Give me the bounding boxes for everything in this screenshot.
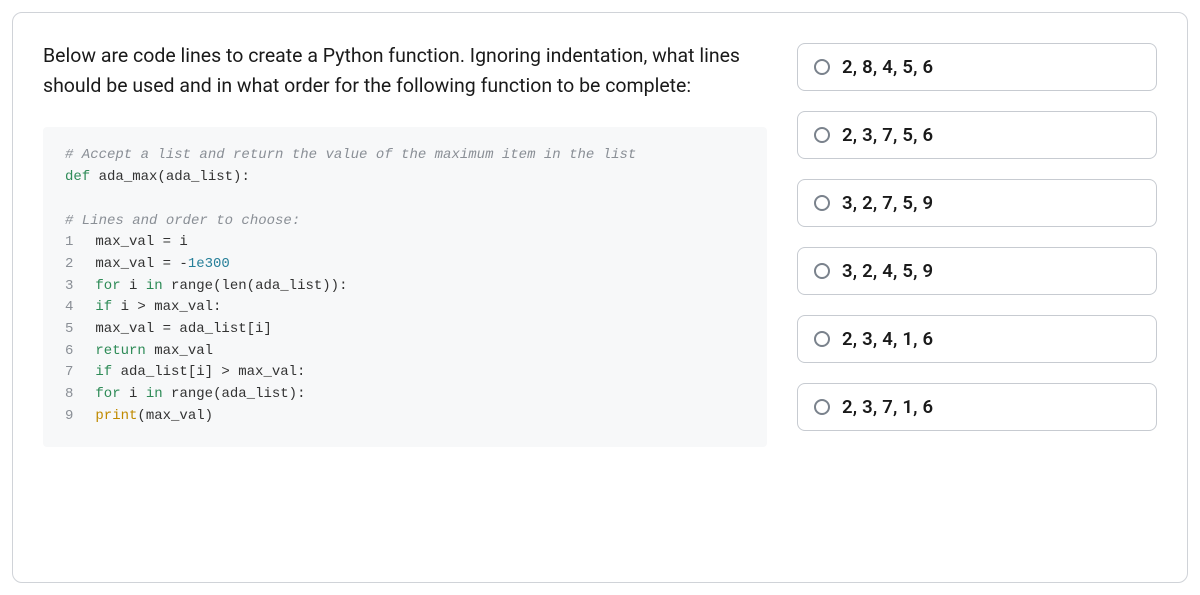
- option-4[interactable]: 3, 2, 4, 5, 9: [797, 247, 1157, 295]
- option-2[interactable]: 2, 3, 7, 5, 6: [797, 111, 1157, 159]
- code-num: 1e300: [188, 256, 230, 272]
- kw-in: in: [146, 278, 163, 294]
- kw-for: for: [95, 278, 120, 294]
- line-num: 6: [65, 341, 87, 363]
- blank-line: [65, 189, 745, 211]
- code-text: i: [121, 386, 146, 402]
- option-label: 3, 2, 7, 5, 9: [842, 192, 933, 214]
- code-comment-choose: # Lines and order to choose:: [65, 211, 745, 233]
- option-5[interactable]: 2, 3, 4, 1, 6: [797, 315, 1157, 363]
- option-label: 2, 8, 4, 5, 6: [842, 56, 933, 78]
- code-def: def ada_max(ada_list):: [65, 167, 745, 189]
- radio-icon: [814, 399, 830, 415]
- code-line-8: 8 for i in range(ada_list):: [65, 384, 745, 406]
- question-card: Below are code lines to create a Python …: [12, 12, 1188, 583]
- option-label: 2, 3, 7, 5, 6: [842, 124, 933, 146]
- code-text: max_val = -: [95, 256, 187, 272]
- code-line-3: 3 for i in range(len(ada_list)):: [65, 276, 745, 298]
- code-text: ada_list[i] > max_val:: [112, 364, 305, 380]
- question-text: Below are code lines to create a Python …: [43, 41, 767, 101]
- radio-icon: [814, 195, 830, 211]
- code-line-5: 5 max_val = ada_list[i]: [65, 319, 745, 341]
- code-line-4: 4 if i > max_val:: [65, 297, 745, 319]
- kw-if: if: [95, 299, 112, 315]
- code-text: max_val = i: [95, 234, 187, 250]
- kw-def: def: [65, 169, 90, 185]
- kw-if: if: [95, 364, 112, 380]
- code-text: max_val: [146, 343, 213, 359]
- radio-icon: [814, 127, 830, 143]
- code-text: i > max_val:: [112, 299, 221, 315]
- code-line-1: 1 max_val = i: [65, 232, 745, 254]
- code-text: range(ada_list):: [163, 386, 306, 402]
- option-3[interactable]: 3, 2, 7, 5, 9: [797, 179, 1157, 227]
- answer-options: 2, 8, 4, 5, 6 2, 3, 7, 5, 6 3, 2, 7, 5, …: [797, 41, 1157, 554]
- code-line-2: 2 max_val = -1e300: [65, 254, 745, 276]
- line-num: 2: [65, 254, 87, 276]
- code-line-6: 6 return max_val: [65, 341, 745, 363]
- code-text: max_val = ada_list[i]: [95, 321, 271, 337]
- code-def-rest: ada_max(ada_list):: [90, 169, 250, 185]
- code-text: (max_val): [137, 408, 213, 424]
- option-label: 2, 3, 4, 1, 6: [842, 328, 933, 350]
- line-num: 4: [65, 297, 87, 319]
- kw-return: return: [95, 343, 145, 359]
- line-num: 1: [65, 232, 87, 254]
- code-block: # Accept a list and return the value of …: [43, 127, 767, 447]
- radio-icon: [814, 59, 830, 75]
- line-num: 5: [65, 319, 87, 341]
- option-label: 2, 3, 7, 1, 6: [842, 396, 933, 418]
- line-num: 9: [65, 406, 87, 428]
- line-num: 7: [65, 362, 87, 384]
- code-line-9: 9 print(max_val): [65, 406, 745, 428]
- line-num: 3: [65, 276, 87, 298]
- question-left: Below are code lines to create a Python …: [43, 41, 767, 554]
- kw-in: in: [146, 386, 163, 402]
- fn-print: print: [95, 408, 137, 424]
- code-line-7: 7 if ada_list[i] > max_val:: [65, 362, 745, 384]
- code-text: i: [121, 278, 146, 294]
- radio-icon: [814, 331, 830, 347]
- option-label: 3, 2, 4, 5, 9: [842, 260, 933, 282]
- radio-icon: [814, 263, 830, 279]
- code-text: range(len(ada_list)):: [163, 278, 348, 294]
- option-1[interactable]: 2, 8, 4, 5, 6: [797, 43, 1157, 91]
- code-comment-top: # Accept a list and return the value of …: [65, 145, 745, 167]
- option-6[interactable]: 2, 3, 7, 1, 6: [797, 383, 1157, 431]
- kw-for: for: [95, 386, 120, 402]
- line-num: 8: [65, 384, 87, 406]
